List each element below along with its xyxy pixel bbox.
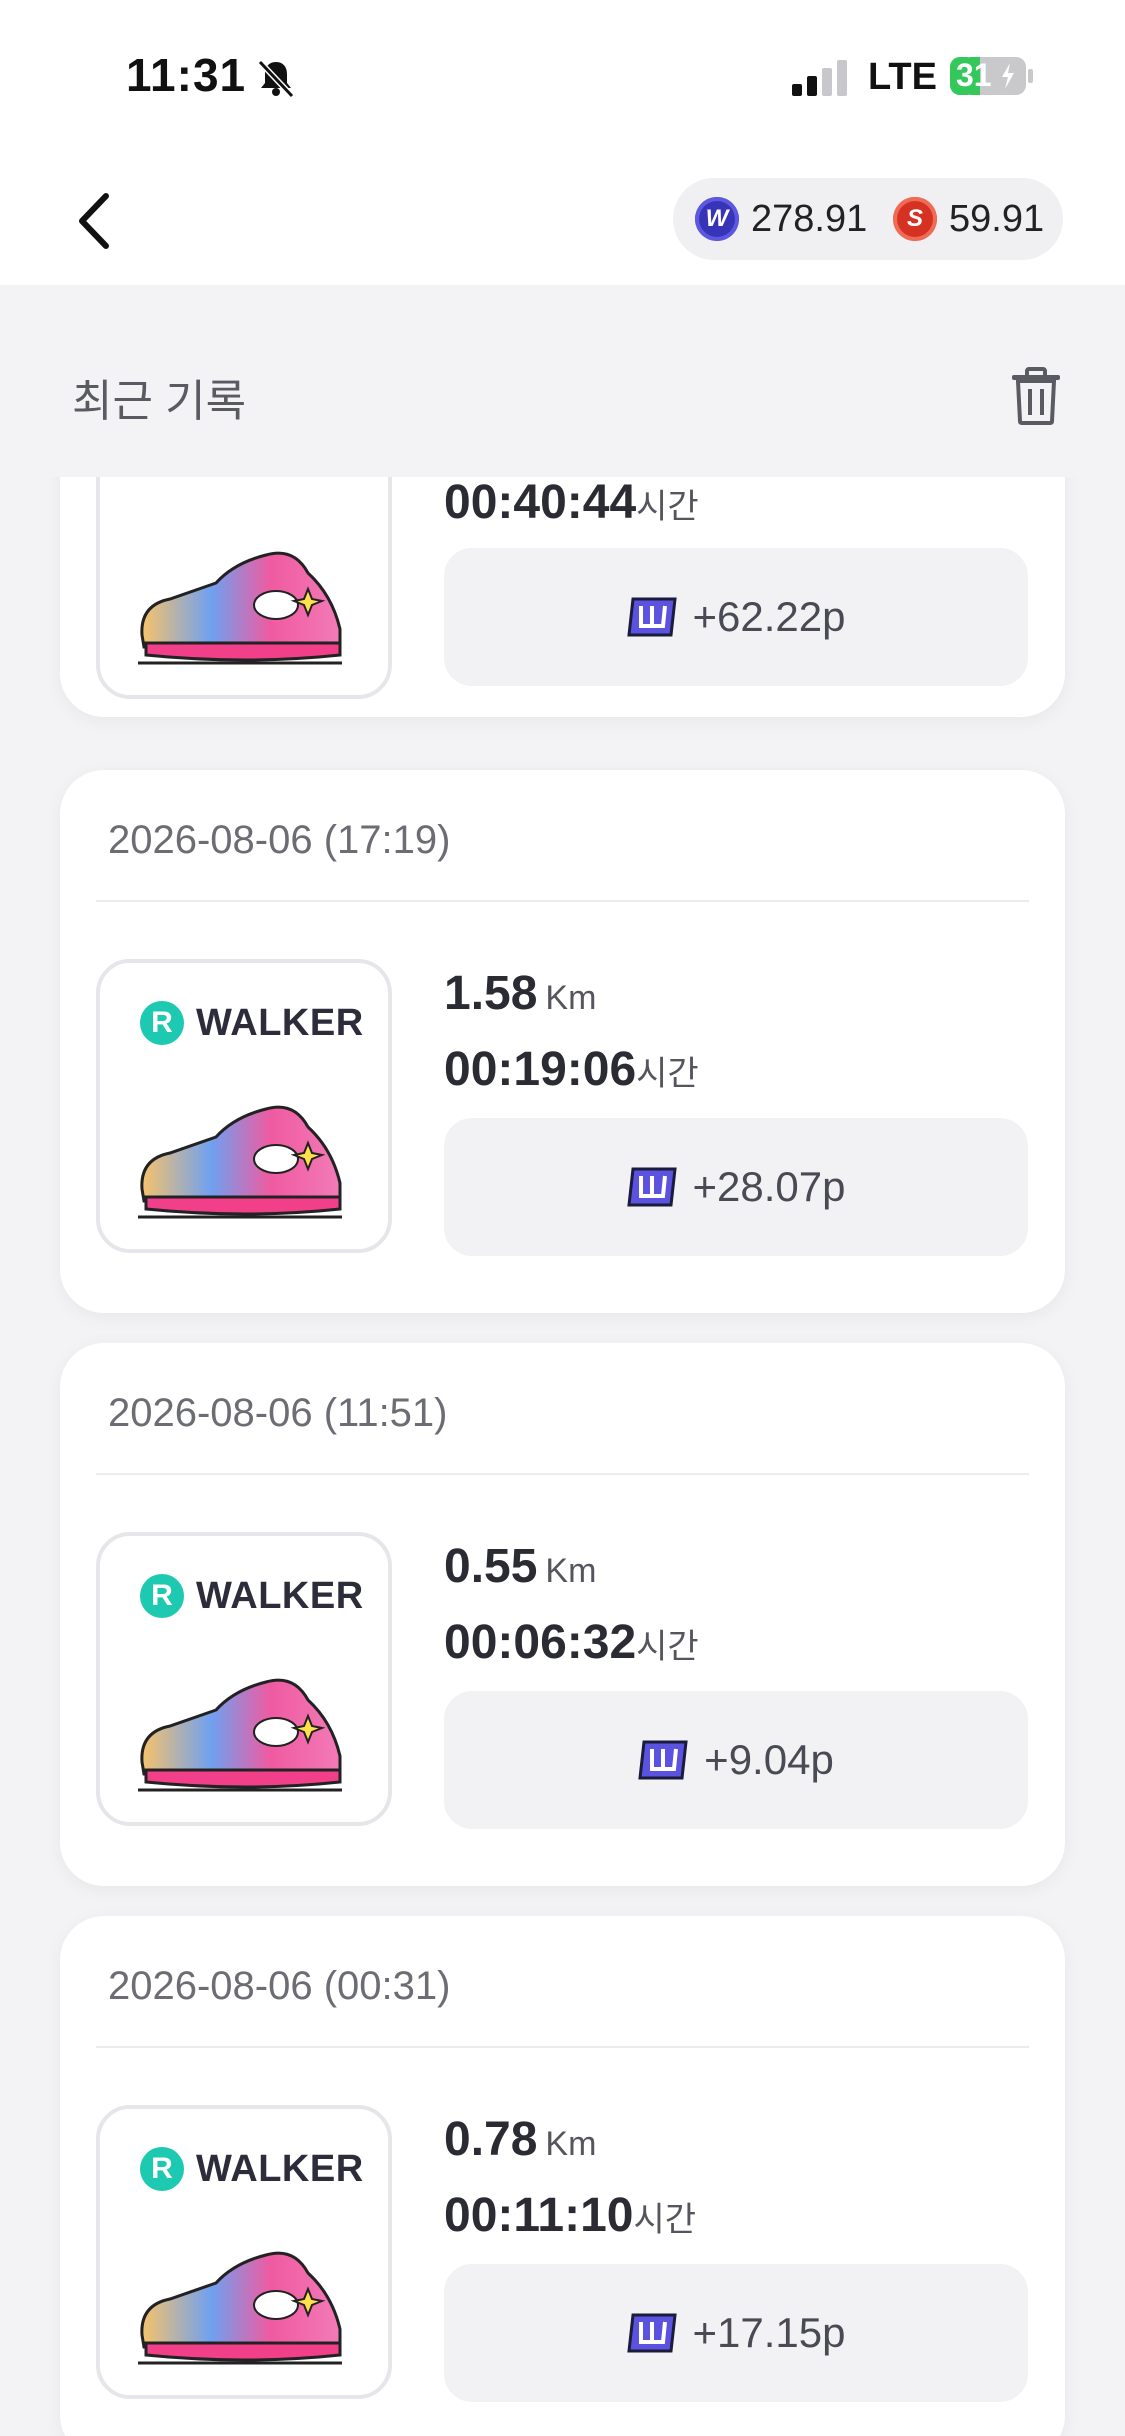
balance-w-value: 278.91 xyxy=(751,198,868,240)
trash-icon[interactable] xyxy=(1010,367,1062,425)
reward-box: +62.22p xyxy=(444,548,1028,686)
duration: 00:11:10시간 xyxy=(444,2188,696,2243)
w-point-icon xyxy=(626,2313,677,2353)
shoe-icon xyxy=(138,1678,342,1792)
records-list[interactable]: 00:40:44시간 +62.22p 2026-08-06 (17:19) R … xyxy=(0,477,1125,2436)
s-coin-icon: S xyxy=(893,197,937,241)
battery-percent: 31 xyxy=(956,57,992,93)
signal-icon xyxy=(792,60,847,96)
distance-value: 0.55 xyxy=(444,1540,538,1593)
brand-name: WALKER xyxy=(196,1001,364,1044)
section-title: 최근 기록 xyxy=(72,377,247,426)
record-card[interactable]: 00:40:44시간 +62.22p xyxy=(60,477,1065,717)
duration-value: 00:06:32 xyxy=(444,1616,637,1669)
record-date: 2026-08-06 (00:31) xyxy=(108,1964,451,2008)
w-point-icon xyxy=(626,1167,677,1207)
shoe-thumbnail: R WALKER xyxy=(96,1532,392,1826)
w-point-icon xyxy=(638,1740,688,1780)
shoe-icon xyxy=(138,2251,342,2365)
shoe-icon xyxy=(138,1105,342,1219)
record-date: 2026-08-06 (17:19) xyxy=(108,818,451,862)
shoe-icon xyxy=(138,551,342,665)
brand-logo: R WALKER xyxy=(140,2147,364,2191)
shoe-thumbnail: R WALKER xyxy=(96,2105,392,2399)
shoe-thumbnail xyxy=(96,477,392,699)
duration-unit: 시간 xyxy=(636,1055,699,1093)
app-header: W 278.91 S 59.91 xyxy=(0,150,1125,285)
distance: 0.78 Km xyxy=(444,2112,596,2167)
distance-unit: Km xyxy=(545,1552,597,1590)
balance-s-value: 59.91 xyxy=(949,198,1045,240)
divider xyxy=(96,2046,1029,2048)
reward-box: +9.04p xyxy=(444,1691,1028,1829)
reward-value: +62.22p xyxy=(692,593,846,640)
shoe-thumbnail: R WALKER xyxy=(96,959,392,1253)
duration: 00:06:32시간 xyxy=(444,1615,699,1670)
duration: 00:19:06시간 xyxy=(444,1042,699,1097)
brand-logo: R WALKER xyxy=(140,1001,364,1045)
status-bar: 11:31 LTE 31 xyxy=(0,0,1125,150)
reward-value: +28.07p xyxy=(692,1163,846,1210)
duration-value: 00:40:44 xyxy=(444,477,637,529)
brand-name: WALKER xyxy=(196,2147,364,2190)
w-coin-icon: W xyxy=(695,197,739,241)
divider xyxy=(96,1473,1029,1475)
distance-unit: Km xyxy=(545,979,597,1017)
duration: 00:40:44시간 xyxy=(444,477,699,530)
chevron-left-icon[interactable] xyxy=(68,188,128,254)
record-date: 2026-08-06 (11:51) xyxy=(108,1391,448,1435)
divider xyxy=(96,900,1029,902)
reward-box: +17.15p xyxy=(444,2264,1028,2402)
duration-value: 00:19:06 xyxy=(444,1043,637,1096)
bell-slash-icon xyxy=(257,59,295,99)
r-logo-icon: R xyxy=(140,1001,184,1045)
duration-unit: 시간 xyxy=(633,2201,697,2239)
brand-name: WALKER xyxy=(196,1574,364,1617)
duration-value: 00:11:10 xyxy=(444,2189,634,2242)
distance: 0.55 Km xyxy=(444,1539,596,1594)
record-card[interactable]: 2026-08-06 (00:31) R WALKER 0.78 Km 00:11… xyxy=(60,1916,1065,2436)
distance-unit: Km xyxy=(545,2125,597,2163)
r-logo-icon: R xyxy=(140,2147,184,2191)
duration-unit: 시간 xyxy=(636,1628,699,1666)
distance-value: 1.58 xyxy=(444,967,538,1020)
status-time: 11:31 xyxy=(126,49,247,101)
network-label: LTE xyxy=(868,56,937,98)
record-card[interactable]: 2026-08-06 (17:19) R WALKER 1.58 Km 00:19… xyxy=(60,770,1065,1313)
balance-pill: W 278.91 S 59.91 xyxy=(673,178,1063,260)
brand-logo: R WALKER xyxy=(140,1574,364,1618)
reward-value: +9.04p xyxy=(704,1736,834,1783)
record-card[interactable]: 2026-08-06 (11:51) R WALKER 0.55 Km 00:06… xyxy=(60,1343,1065,1886)
duration-unit: 시간 xyxy=(636,488,699,526)
reward-box: +28.07p xyxy=(444,1118,1028,1256)
distance-value: 0.78 xyxy=(444,2113,538,2166)
r-logo-icon: R xyxy=(140,1574,184,1618)
w-point-icon xyxy=(626,597,677,637)
distance: 1.58 Km xyxy=(444,966,596,1021)
reward-value: +17.15p xyxy=(692,2309,846,2356)
recent-records-header: 최근 기록 xyxy=(0,285,1125,477)
